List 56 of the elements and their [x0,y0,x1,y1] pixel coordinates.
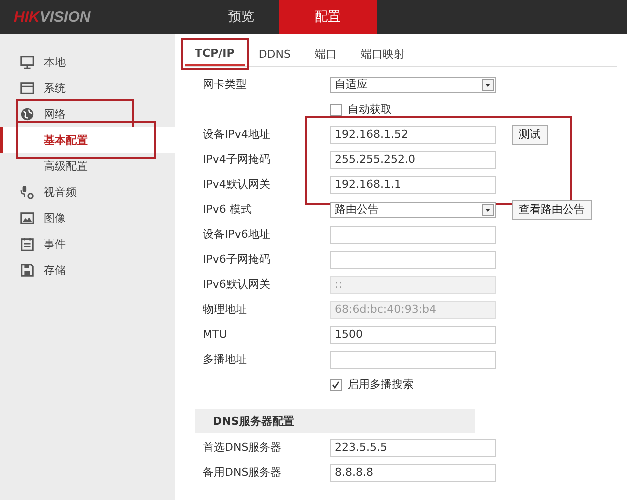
input-field[interactable] [330,350,496,368]
caret-icon [482,204,494,216]
microphone-icon [20,184,35,200]
input-field[interactable]: 223.5.5.5 [330,438,496,456]
tab[interactable]: 端口映射 [350,42,415,66]
input-field[interactable]: 1500 [330,326,496,344]
sidebar-subitem[interactable]: 基本配置 [0,127,175,153]
input-field[interactable]: 255.255.252.0 [330,150,496,168]
checkbox-label: 启用多播搜索 [348,377,414,392]
caret-icon [482,78,494,90]
input-field[interactable]: 192.168.1.52 [330,126,496,144]
checkbox-label: 自动获取 [348,102,392,117]
field-label: IPv4子网掩码 [203,152,272,167]
field-label: 备用DNS服务器 [203,465,283,480]
field-label: 首选DNS服务器 [203,440,283,455]
logo: HIKVISION [13,8,92,28]
nav-tab[interactable]: 预览 [204,0,279,34]
tab[interactable]: DDNS [248,42,301,66]
sidebar-item[interactable]: 网络 [0,101,175,127]
dropdown[interactable]: 路由公告 [330,202,496,218]
calendar-icon [20,236,35,252]
monitor-icon [20,54,35,70]
field-label: MTU [203,328,228,341]
dropdown[interactable]: 自适应 [330,76,496,92]
checkbox[interactable] [330,378,342,390]
sidebar-item[interactable]: 事件 [0,231,175,257]
sidebar-item[interactable]: 视音频 [0,179,175,205]
field-label: IPv6 模式 [203,202,253,217]
input-field[interactable]: 192.168.1.1 [330,176,496,194]
field-label: IPv6默认网关 [203,277,272,292]
section-title: DNS服务器配置 [213,414,294,428]
checkbox[interactable] [330,104,342,116]
input-field[interactable] [330,250,496,268]
input-field[interactable]: 8.8.8.8 [330,464,496,482]
action-button[interactable]: 查看路由公告 [512,200,592,220]
image-icon [20,210,35,226]
sidebar-item[interactable]: 图像 [0,205,175,231]
field-label: 设备IPv6地址 [203,227,272,242]
field-label: 设备IPv4地址 [203,127,272,142]
window-icon [20,80,35,96]
sidebar-item[interactable]: 系统 [0,75,175,101]
action-button[interactable]: 测试 [512,124,548,144]
nav-tab[interactable]: 配置 [279,0,377,34]
sidebar-item[interactable]: 存储 [0,257,175,283]
globe-icon [20,106,35,122]
input-field[interactable] [330,226,496,244]
field-label: IPv4默认网关 [203,177,272,192]
field-label: 物理地址 [203,302,248,317]
tab[interactable]: TCP/IP [185,42,245,66]
tab[interactable]: 端口 [304,42,347,66]
field-label: 网卡类型 [203,77,248,92]
save-icon [20,262,35,278]
field-label: 多播地址 [203,352,248,367]
sidebar-item[interactable]: 本地 [0,49,175,75]
field-label: IPv6子网掩码 [203,252,272,267]
sidebar-subitem[interactable]: 高级配置 [0,153,175,179]
